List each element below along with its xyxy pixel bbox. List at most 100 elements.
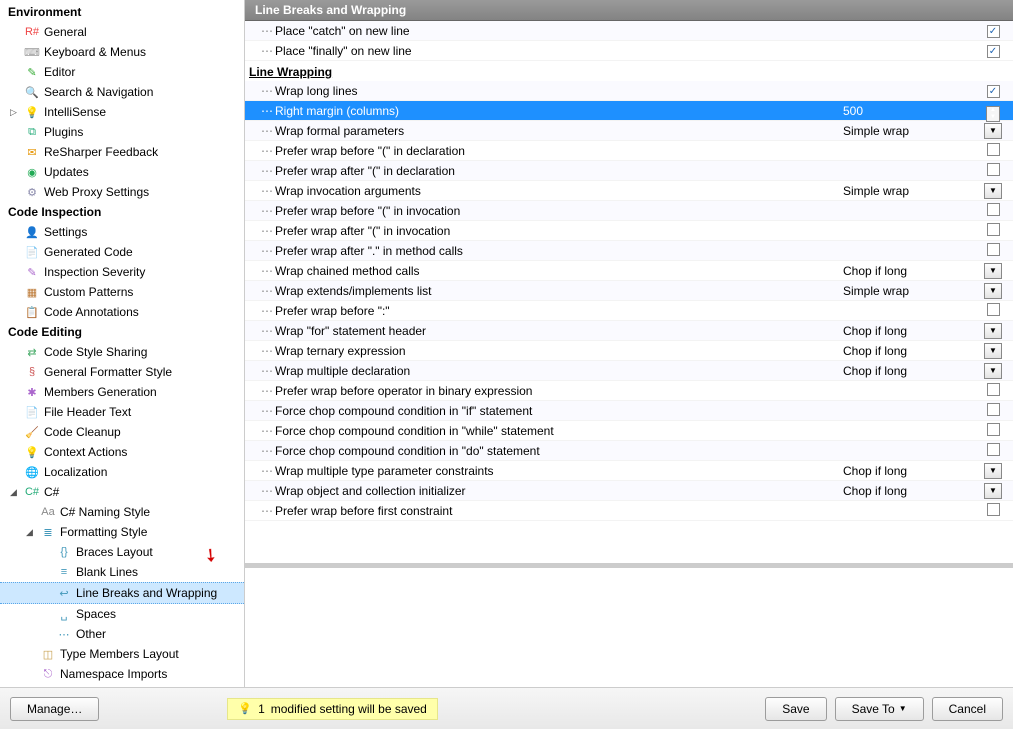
setting-row[interactable]: ⋯Wrap long lines✓ (245, 81, 1013, 101)
dropdown-button[interactable]: ▼ (984, 463, 1002, 479)
setting-row[interactable]: ⋯Right margin (columns)500▲▼ (245, 101, 1013, 121)
setting-row[interactable]: ⋯Wrap object and collection initializerC… (245, 481, 1013, 501)
tree-item[interactable]: ◫Type Members Layout (0, 644, 244, 664)
setting-row[interactable]: ⋯Wrap extends/implements listSimple wrap… (245, 281, 1013, 301)
tree-item[interactable]: 📄File Header Text (0, 402, 244, 422)
setting-row[interactable]: ⋯Prefer wrap before "(" in invocation (245, 201, 1013, 221)
setting-row[interactable]: ⋯Wrap multiple type parameter constraint… (245, 461, 1013, 481)
tree-icon: ⇄ (24, 344, 40, 360)
dropdown-button[interactable]: ▼ (984, 343, 1002, 359)
tree-item[interactable]: ⎋Namespace Imports (0, 664, 244, 684)
dropdown-button[interactable]: ▼ (984, 323, 1002, 339)
tree-dash-icon: ⋯ (261, 164, 275, 178)
collapsed-icon[interactable]: ▷ (10, 107, 20, 118)
dropdown-button[interactable]: ▼ (984, 363, 1002, 379)
setting-row[interactable]: ⋯Force chop compound condition in "do" s… (245, 441, 1013, 461)
setting-row[interactable]: ⋯Wrap multiple declarationChop if long▼ (245, 361, 1013, 381)
tree-label: Other (76, 627, 106, 641)
tree-item[interactable]: ␣Spaces (0, 604, 244, 624)
checkbox[interactable] (987, 423, 1000, 436)
setting-value: Chop if long (843, 464, 973, 478)
tree-icon: ✉ (24, 144, 40, 160)
tree-item[interactable]: ✱Members Generation (0, 382, 244, 402)
setting-row[interactable]: ⋯Wrap ternary expressionChop if long▼ (245, 341, 1013, 361)
setting-row[interactable]: ⋯Prefer wrap before "(" in declaration (245, 141, 1013, 161)
tree-item[interactable]: ◉Updates (0, 162, 244, 182)
tree-icon: 💡 (24, 444, 40, 460)
setting-row[interactable]: ⋯Force chop compound condition in "while… (245, 421, 1013, 441)
tree-item[interactable]: ✉ReSharper Feedback (0, 142, 244, 162)
checkbox[interactable] (987, 303, 1000, 316)
checkbox[interactable] (987, 403, 1000, 416)
tree-item[interactable]: 📄Generated Code (0, 242, 244, 262)
expanded-icon[interactable]: ◢ (26, 527, 36, 538)
tree-label: Web Proxy Settings (44, 185, 149, 199)
setting-row[interactable]: ⋯Prefer wrap after "(" in declaration (245, 161, 1013, 181)
tree-label: General Formatter Style (44, 365, 172, 379)
tree-item[interactable]: 👤Settings (0, 222, 244, 242)
tree-item[interactable]: ◢≣Formatting Style (0, 522, 244, 542)
tree-item[interactable]: 📋Code Annotations (0, 302, 244, 322)
tree-item[interactable]: ✎Editor (0, 62, 244, 82)
tree-item[interactable]: ⇄Code Style Sharing (0, 342, 244, 362)
setting-row[interactable]: ⋯Wrap invocation argumentsSimple wrap▼ (245, 181, 1013, 201)
sidebar-tree[interactable]: EnvironmentR#General⌨Keyboard & Menus✎Ed… (0, 0, 245, 687)
dropdown-button[interactable]: ▼ (984, 263, 1002, 279)
tree-item[interactable]: 🔍Search & Navigation (0, 82, 244, 102)
setting-row[interactable]: ⋯Prefer wrap after "(" in invocation (245, 221, 1013, 241)
tree-icon: 🔍 (24, 84, 40, 100)
setting-row[interactable]: ⋯Prefer wrap before operator in binary e… (245, 381, 1013, 401)
tree-item[interactable]: ▦Custom Patterns (0, 282, 244, 302)
setting-row[interactable]: ⋯Force chop compound condition in "if" s… (245, 401, 1013, 421)
tree-item[interactable]: ⧉Plugins (0, 122, 244, 142)
setting-row[interactable]: ⋯Wrap formal parametersSimple wrap▼ (245, 121, 1013, 141)
tree-item[interactable]: ⚙Web Proxy Settings (0, 182, 244, 202)
spinner-control[interactable]: ▲▼ (986, 106, 1000, 122)
checkbox[interactable] (987, 223, 1000, 236)
tree-item[interactable]: ↩Line Breaks and Wrapping (0, 582, 244, 604)
checkbox[interactable] (987, 143, 1000, 156)
tree-item[interactable]: 💡Context Actions (0, 442, 244, 462)
dropdown-button[interactable]: ▼ (984, 483, 1002, 499)
tree-dash-icon: ⋯ (261, 404, 275, 418)
checkbox[interactable] (987, 503, 1000, 516)
setting-row[interactable]: ⋯Place "catch" on new line✓ (245, 21, 1013, 41)
chevron-down-icon: ▼ (899, 704, 907, 713)
tree-item[interactable]: §General Formatter Style (0, 362, 244, 382)
tree-item[interactable]: ✎Inspection Severity (0, 262, 244, 282)
save-to-button[interactable]: Save To ▼ (835, 697, 924, 721)
manage-button[interactable]: Manage… (10, 697, 99, 721)
checkbox[interactable] (987, 243, 1000, 256)
checkbox[interactable] (987, 163, 1000, 176)
tree-item[interactable]: 🧹Code Cleanup (0, 422, 244, 442)
setting-row[interactable]: ⋯Wrap "for" statement headerChop if long… (245, 321, 1013, 341)
dropdown-button[interactable]: ▼ (984, 183, 1002, 199)
setting-row[interactable]: ⋯Prefer wrap before ":" (245, 301, 1013, 321)
checkbox[interactable]: ✓ (987, 25, 1000, 38)
tree-item[interactable]: 🌐Localization (0, 462, 244, 482)
checkbox[interactable] (987, 203, 1000, 216)
tree-icon: ⧉ (24, 124, 40, 140)
setting-row[interactable]: ⋯Place "finally" on new line✓ (245, 41, 1013, 61)
setting-label: Prefer wrap after "(" in declaration (275, 164, 843, 178)
setting-row[interactable]: ⋯Prefer wrap after "." in method calls (245, 241, 1013, 261)
tree-item[interactable]: ⋯Other (0, 624, 244, 644)
dropdown-button[interactable]: ▼ (984, 283, 1002, 299)
tree-item[interactable]: ⌨Keyboard & Menus (0, 42, 244, 62)
setting-label: Place "finally" on new line (275, 44, 843, 58)
tree-item[interactable]: ◢C#C# (0, 482, 244, 502)
checkbox[interactable] (987, 443, 1000, 456)
setting-row[interactable]: ⋯Prefer wrap before first constraint (245, 501, 1013, 521)
cancel-button[interactable]: Cancel (932, 697, 1003, 721)
tree-item[interactable]: ▷💡IntelliSense (0, 102, 244, 122)
dropdown-button[interactable]: ▼ (984, 123, 1002, 139)
tree-item[interactable]: R#General (0, 22, 244, 42)
checkbox[interactable]: ✓ (987, 45, 1000, 58)
checkbox[interactable]: ✓ (987, 85, 1000, 98)
expanded-icon[interactable]: ◢ (10, 487, 20, 498)
settings-list[interactable]: ➘ ⋯Place "catch" on new line✓⋯Place "fin… (245, 21, 1013, 567)
checkbox[interactable] (987, 383, 1000, 396)
save-button[interactable]: Save (765, 697, 826, 721)
tree-item[interactable]: AaC# Naming Style (0, 502, 244, 522)
setting-row[interactable]: ⋯Wrap chained method callsChop if long▼ (245, 261, 1013, 281)
